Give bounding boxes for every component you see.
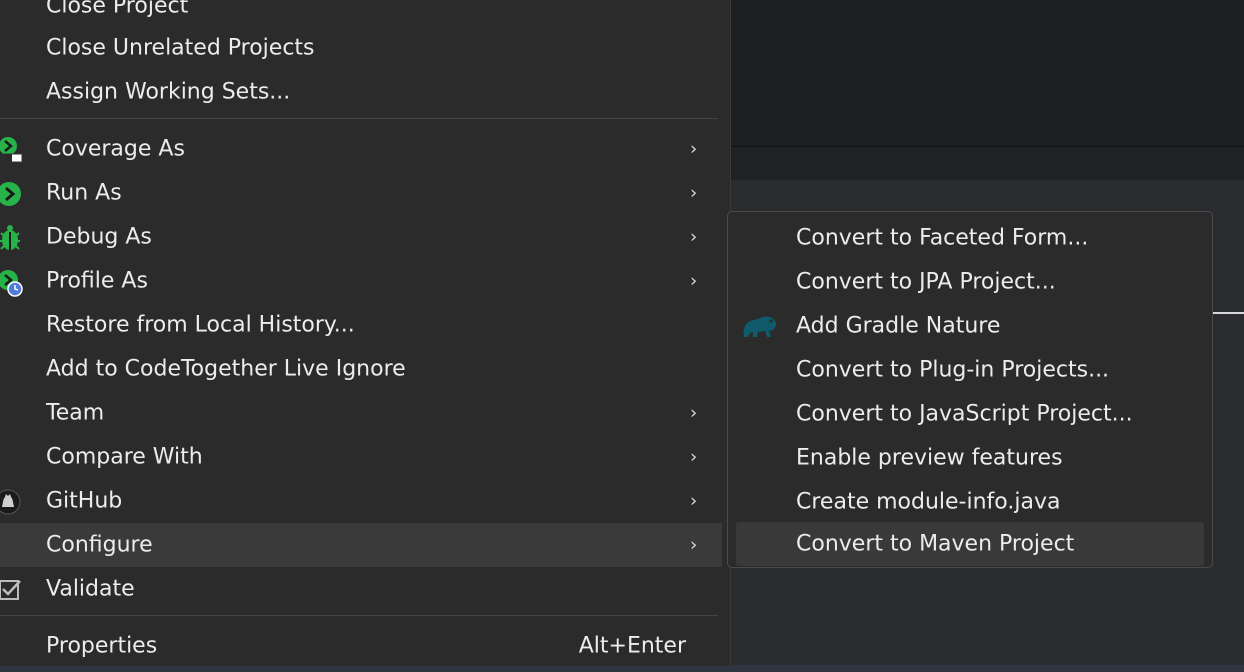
debug-bug-icon: [0, 223, 26, 251]
chevron-right-icon: ›: [690, 490, 698, 512]
submenu-item-add-gradle-nature[interactable]: Add Gradle Nature: [736, 304, 1204, 348]
chevron-right-icon: ›: [690, 182, 698, 204]
menu-item-github[interactable]: GitHub ›: [0, 479, 722, 523]
menu-separator: [0, 615, 718, 616]
menu-item-label: Team: [46, 400, 105, 426]
submenu-item-convert-maven-project[interactable]: Convert to Maven Project: [736, 522, 1204, 566]
menu-item-properties[interactable]: Properties Alt+Enter: [0, 624, 722, 668]
configure-submenu: Convert to Faceted Form... Convert to JP…: [727, 211, 1213, 568]
submenu-item-label: Convert to JavaScript Project...: [796, 401, 1133, 427]
editor-area: [730, 0, 1244, 146]
menu-item-label: Run As: [46, 180, 122, 206]
submenu-item-convert-jpa-project[interactable]: Convert to JPA Project...: [736, 260, 1204, 304]
editor-toolbar-strip: [730, 146, 1244, 181]
menu-item-coverage-as[interactable]: Coverage As ›: [0, 127, 722, 171]
menu-item-debug-as[interactable]: Debug As ›: [0, 215, 722, 259]
submenu-item-convert-javascript-project[interactable]: Convert to JavaScript Project...: [736, 392, 1204, 436]
submenu-item-label: Add Gradle Nature: [796, 313, 1001, 339]
context-menu: Close Project Close Unrelated Projects A…: [0, 0, 731, 666]
submenu-item-label: Convert to Plug-in Projects...: [796, 357, 1110, 383]
menu-item-restore-local-history[interactable]: Restore from Local History...: [0, 303, 722, 347]
menu-item-profile-as[interactable]: Profile As ›: [0, 259, 722, 303]
menu-item-label: Restore from Local History...: [46, 312, 355, 338]
github-icon: [0, 487, 26, 515]
chevron-right-icon: ›: [690, 446, 698, 468]
menu-item-label: Properties: [46, 633, 158, 659]
menu-item-compare-with[interactable]: Compare With ›: [0, 435, 722, 479]
menu-item-label: GitHub: [46, 488, 123, 514]
menu-item-close-project[interactable]: Close Project: [0, 0, 722, 28]
menu-item-label: Add to CodeTogether Live Ignore: [46, 356, 406, 382]
chevron-right-icon: ›: [690, 534, 698, 556]
menu-item-team[interactable]: Team ›: [0, 391, 722, 435]
run-icon: [0, 179, 26, 207]
submenu-item-convert-faceted-form[interactable]: Convert to Faceted Form...: [736, 216, 1204, 260]
gradle-elephant-icon: [740, 311, 780, 341]
menu-item-configure[interactable]: Configure ›: [0, 523, 722, 567]
submenu-item-label: Convert to JPA Project...: [796, 269, 1056, 295]
chevron-right-icon: ›: [690, 138, 698, 160]
submenu-item-label: Create module-info.java: [796, 489, 1061, 515]
menu-item-validate[interactable]: Validate: [0, 567, 722, 611]
menu-item-close-unrelated-projects[interactable]: Close Unrelated Projects: [0, 26, 722, 70]
menu-item-codetogether-ignore[interactable]: Add to CodeTogether Live Ignore: [0, 347, 722, 391]
menu-item-label: Debug As: [46, 224, 152, 250]
menu-item-label: Assign Working Sets...: [46, 79, 291, 105]
chevron-right-icon: ›: [690, 226, 698, 248]
coverage-icon: [0, 135, 26, 163]
menu-item-label: Compare With: [46, 444, 203, 470]
chevron-right-icon: ›: [690, 270, 698, 292]
menu-item-assign-working-sets[interactable]: Assign Working Sets...: [0, 70, 722, 114]
profile-icon: [0, 267, 26, 297]
validate-check-icon: [0, 575, 26, 603]
shortcut-label: Alt+Enter: [578, 633, 686, 659]
menu-item-label: Close Unrelated Projects: [46, 35, 315, 61]
submenu-item-label: Convert to Faceted Form...: [796, 225, 1089, 251]
menu-item-run-as[interactable]: Run As ›: [0, 171, 722, 215]
panel-tab-underline: [1212, 312, 1244, 314]
submenu-item-label: Convert to Maven Project: [796, 531, 1075, 557]
menu-separator: [0, 118, 718, 119]
menu-item-label: Validate: [46, 576, 135, 602]
submenu-item-convert-plugin-projects[interactable]: Convert to Plug-in Projects...: [736, 348, 1204, 392]
chevron-right-icon: ›: [690, 402, 698, 424]
submenu-item-enable-preview-features[interactable]: Enable preview features: [736, 436, 1204, 480]
menu-item-label: Profile As: [46, 268, 148, 294]
submenu-item-label: Enable preview features: [796, 445, 1063, 471]
menu-item-label: Close Project: [46, 0, 189, 19]
submenu-item-create-module-info[interactable]: Create module-info.java: [736, 480, 1204, 524]
menu-item-label: Coverage As: [46, 136, 185, 162]
menu-item-label: Configure: [46, 532, 153, 558]
